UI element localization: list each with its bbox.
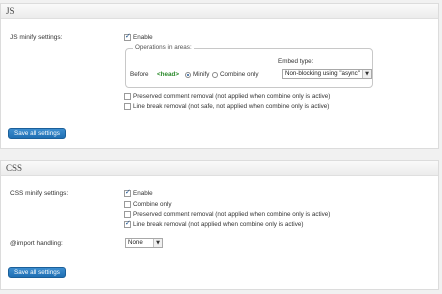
js-line-break-label: Line break removal (not safe, not applie… [133, 103, 330, 110]
js-embed-type-value: Non-blocking using "async" [285, 70, 360, 77]
chevron-down-icon: ▼ [153, 239, 162, 247]
chevron-down-icon: ▼ [362, 70, 371, 78]
js-settings-panel: JS JS minify settings: Enable Operations… [0, 3, 439, 149]
js-combine-only-radio[interactable] [212, 72, 218, 78]
js-save-all-settings-button[interactable]: Save all settings [8, 128, 66, 139]
js-preserve-comment-checkbox[interactable] [124, 93, 131, 100]
css-minify-settings-label: CSS minify settings: [10, 190, 69, 197]
css-import-handling-label: @import handling: [10, 240, 63, 247]
js-embed-type-select[interactable]: Non-blocking using "async" ▼ [282, 69, 372, 79]
js-enable-checkbox[interactable] [124, 32, 131, 41]
css-import-handling-select[interactable]: None ▼ [125, 238, 163, 248]
css-enable-checkbox[interactable] [124, 188, 131, 197]
js-minify-settings-label: JS minify settings: [10, 34, 63, 41]
css-line-break-checkbox[interactable] [124, 219, 131, 228]
css-settings-panel: CSS CSS minify settings: Enable Combine … [0, 160, 439, 290]
css-combine-only-label: Combine only [133, 201, 172, 208]
css-line-break-label: Line break removal (not applied when com… [133, 221, 304, 228]
js-combine-only-radio-label: Combine only [220, 71, 259, 78]
js-panel-title: JS [1, 4, 438, 19]
css-save-all-settings-button[interactable]: Save all settings [8, 267, 66, 278]
css-combine-only-checkbox[interactable] [124, 201, 131, 208]
js-line-break-checkbox[interactable] [124, 103, 131, 110]
js-embed-type-label: Embed type: [278, 58, 314, 65]
css-panel-title: CSS [1, 161, 438, 176]
js-operations-fieldset: Operations in areas: Embed type: Before … [125, 44, 373, 88]
js-before-label: Before [130, 71, 149, 78]
js-minify-radio[interactable] [185, 72, 191, 78]
js-head-tag-label: <head> [157, 71, 180, 78]
css-import-handling-value: None [128, 239, 143, 246]
css-preserve-comment-checkbox[interactable] [124, 211, 131, 218]
js-operations-legend: Operations in areas: [133, 44, 194, 51]
css-enable-label: Enable [133, 190, 153, 197]
css-preserve-comment-label: Preserved comment removal (not applied w… [133, 211, 331, 218]
js-preserve-comment-label: Preserved comment removal (not applied w… [133, 93, 331, 100]
js-enable-label: Enable [133, 34, 153, 41]
js-minify-radio-label: Minify [193, 71, 210, 78]
